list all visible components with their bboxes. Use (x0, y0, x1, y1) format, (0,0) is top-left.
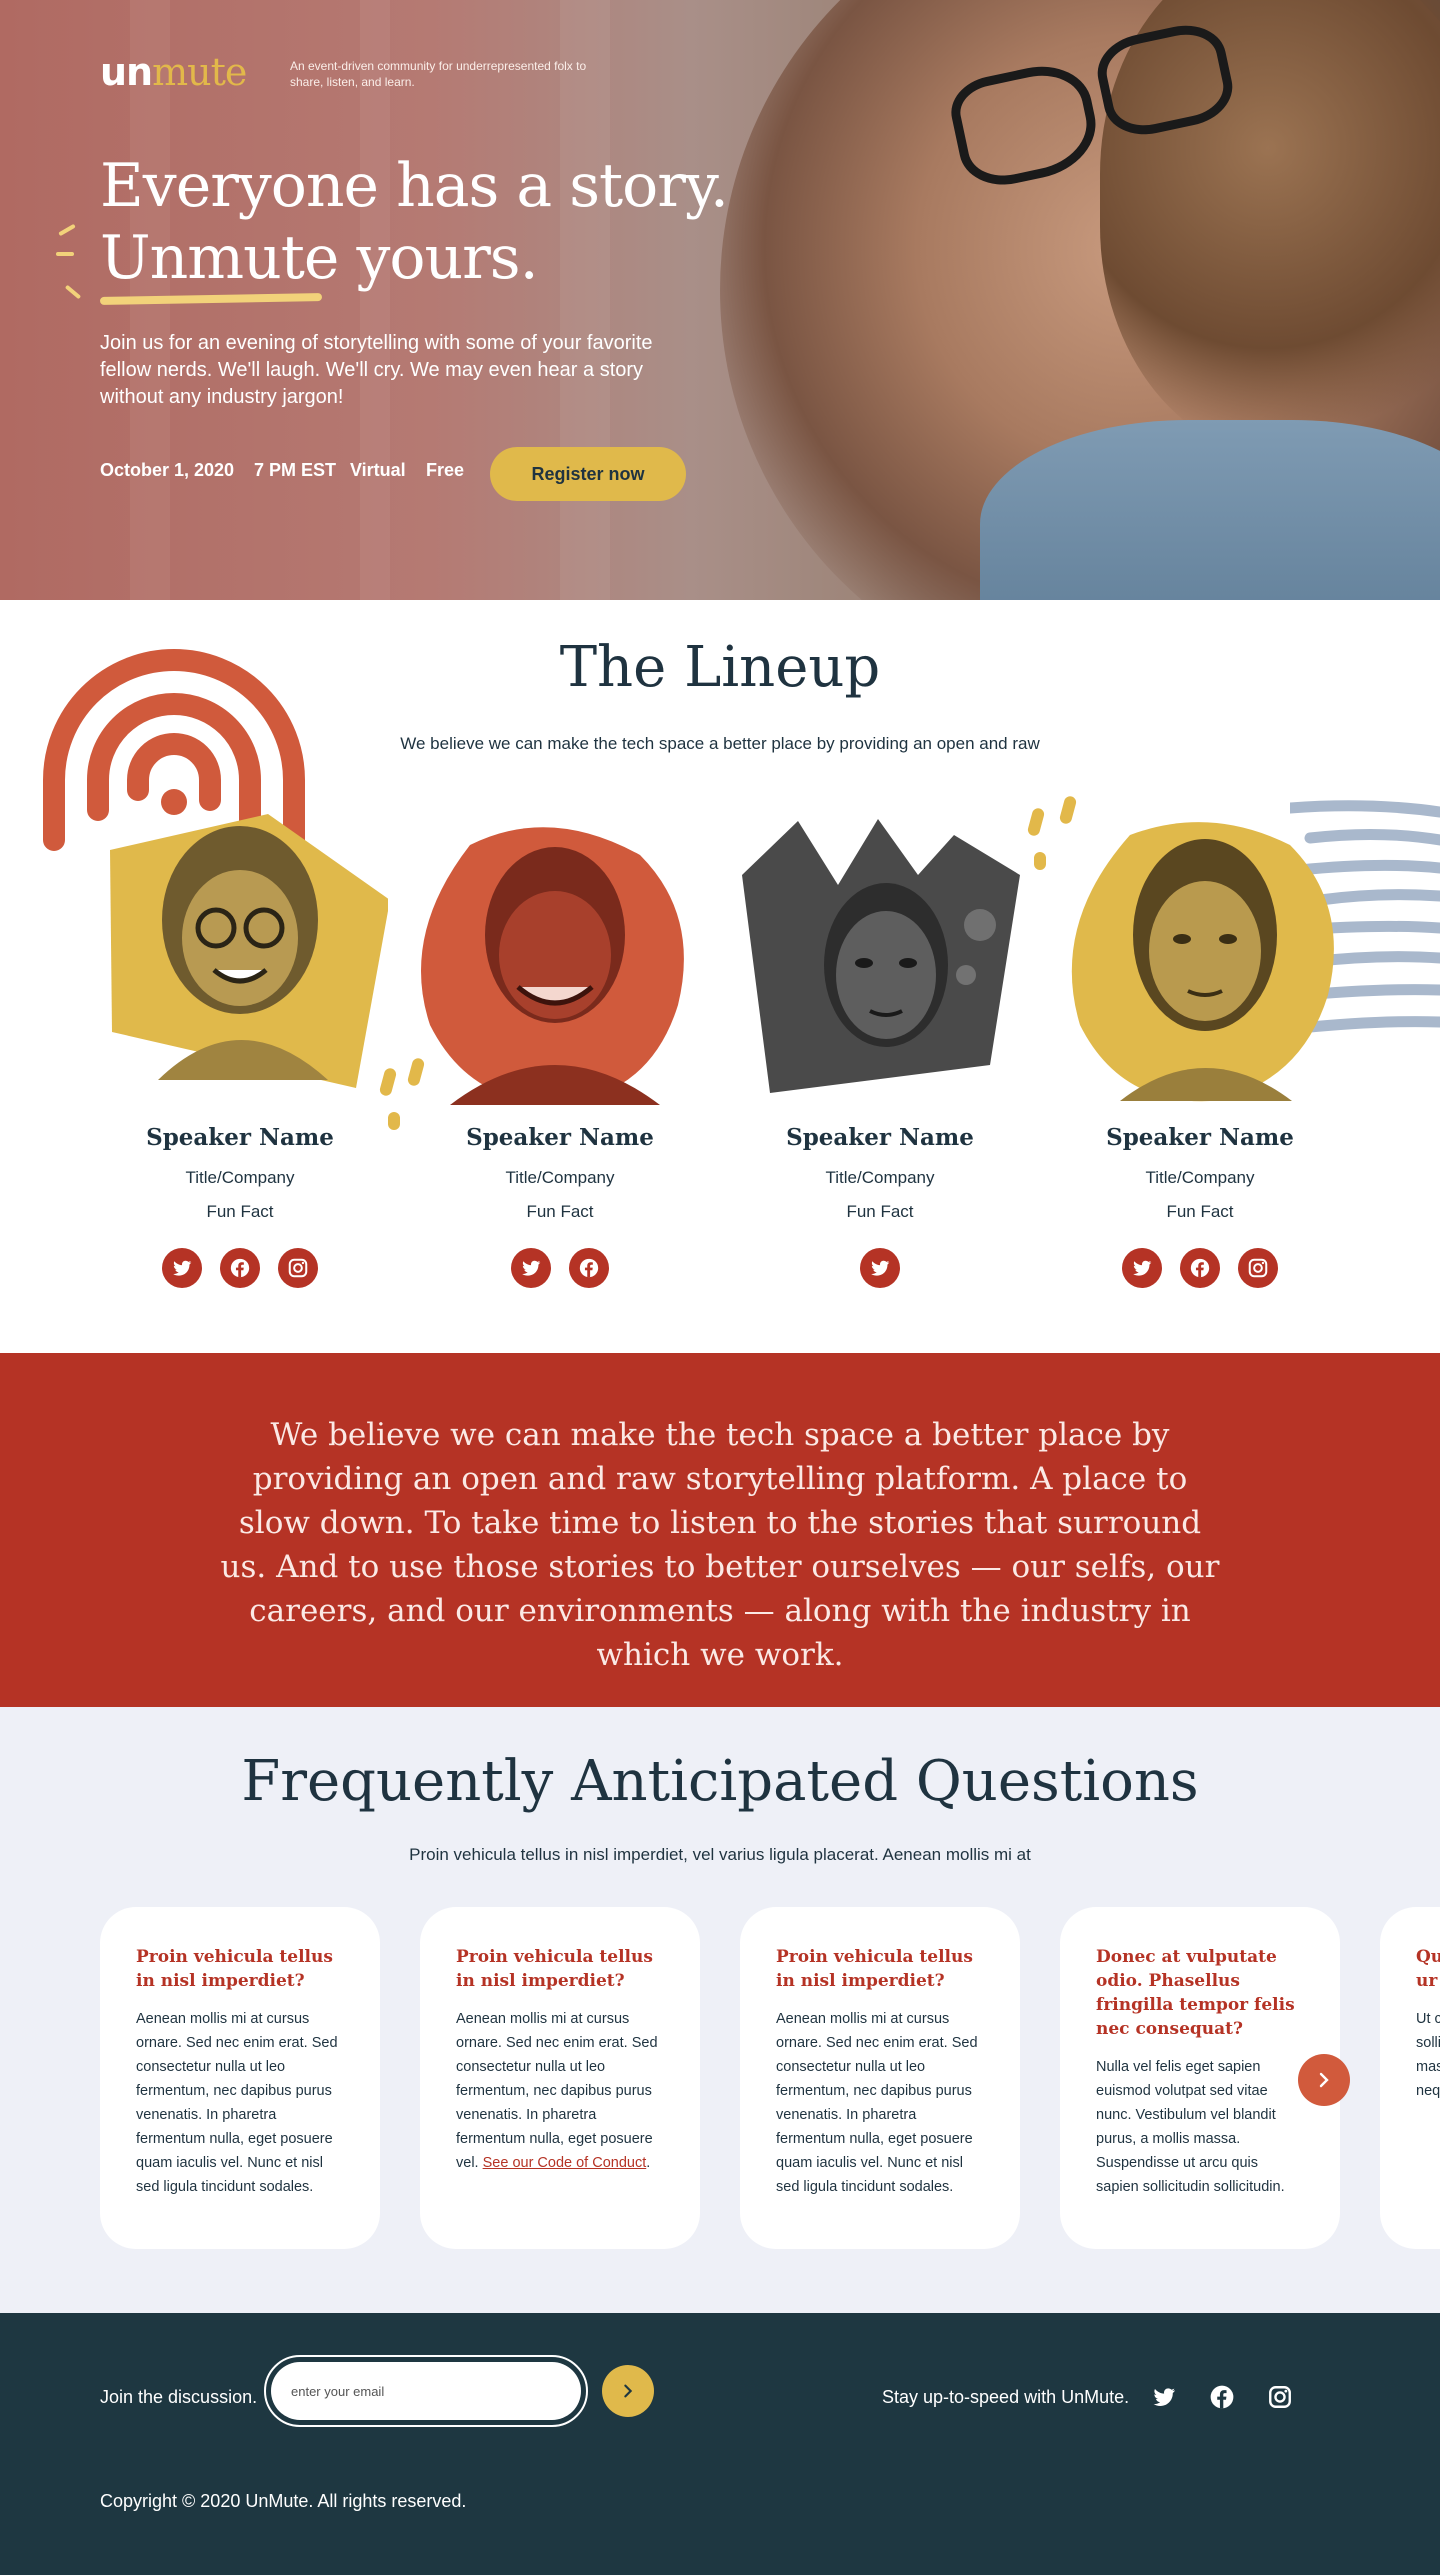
speaker-title: Title/Company (505, 1168, 615, 1187)
facebook-icon[interactable] (1180, 1248, 1220, 1288)
footer: Join the discussion. Stay up-to-speed wi… (0, 2313, 1440, 2575)
email-field-wrapper (264, 2355, 588, 2427)
code-of-conduct-link[interactable]: See our Code of Conduct (483, 2155, 647, 2171)
faq-subtitle: Proin vehicula tellus in nisl imperdiet,… (409, 1845, 1031, 1864)
chevron-right-icon (624, 2384, 633, 2398)
speaker-title: Title/Company (185, 1168, 295, 1187)
speaker-social-links (90, 1248, 390, 1288)
faq-answer: Aenean mollis mi at cursus ornare. Sed n… (456, 2011, 658, 2171)
faq-question: Qu ur (1416, 1947, 1440, 1991)
twitter-icon[interactable] (1122, 1248, 1162, 1288)
faq-card: Proin vehicula tellus in nisl imperdiet?… (100, 1907, 380, 2249)
faq-answer: Ut c solli mas neq (1416, 2011, 1440, 2099)
speaker-name: Speaker Name (786, 1124, 974, 1151)
mission-quote-section: We believe we can make the tech space a … (0, 1353, 1440, 1707)
facebook-icon[interactable] (220, 1248, 260, 1288)
speaker-name: Speaker Name (1106, 1124, 1294, 1151)
speaker-social-links (1050, 1248, 1350, 1288)
dash-accent (388, 1112, 400, 1130)
faq-question: Proin vehicula tellus in nisl imperdiet? (456, 1947, 653, 1991)
dash-accent (1034, 852, 1046, 870)
faq-card: Proin vehicula tellus in nisl imperdiet?… (740, 1907, 1020, 2249)
carousel-next-button[interactable] (1298, 2054, 1350, 2106)
instagram-icon[interactable] (278, 1248, 318, 1288)
speaker-portrait (1071, 822, 1334, 1102)
speaker-card: Speaker Name Title/Company Fun Fact (410, 0, 710, 1300)
faq-answer: Aenean mollis mi at cursus ornare. Sed n… (136, 2011, 338, 2195)
speaker-card: Speaker Name Title/Company Fun Fact (730, 0, 1030, 1300)
faq-section: Frequently Anticipated Questions Proin v… (0, 1707, 1440, 2313)
speaker-portrait (110, 814, 388, 1088)
instagram-icon[interactable] (1238, 1248, 1278, 1288)
faq-answer: Nulla vel felis eget sapien euismod volu… (1096, 2059, 1285, 2195)
speaker-fun-fact: Fun Fact (846, 1202, 914, 1221)
twitter-icon[interactable] (511, 1248, 551, 1288)
speaker-name: Speaker Name (466, 1124, 654, 1151)
faq-card: Qu ur Ut c solli mas neq (1380, 1907, 1440, 2249)
join-label: Join the discussion. (100, 2387, 258, 2407)
sparkle-accent (56, 252, 74, 256)
email-submit-button[interactable] (602, 2365, 654, 2417)
speaker-title: Title/Company (825, 1168, 935, 1187)
speaker-card: Speaker Name Title/Company Fun Fact (1050, 0, 1350, 1300)
twitter-icon[interactable] (860, 1248, 900, 1288)
email-input[interactable] (271, 2362, 581, 2420)
faq-card: Proin vehicula tellus in nisl imperdiet?… (420, 1907, 700, 2249)
speaker-portrait (742, 819, 1020, 1093)
mission-quote: We believe we can make the tech space a … (220, 1417, 1220, 1673)
speaker-social-links (410, 1248, 710, 1288)
speaker-fun-fact: Fun Fact (206, 1202, 274, 1221)
speaker-title: Title/Company (1145, 1168, 1255, 1187)
speaker-name: Speaker Name (146, 1124, 334, 1151)
sparkle-accent (58, 223, 76, 237)
speaker-fun-fact: Fun Fact (526, 1202, 594, 1221)
twitter-icon[interactable] (1148, 2381, 1180, 2413)
faq-question: Donec at vulputate odio. Phasellus fring… (1096, 1947, 1295, 2039)
speaker-card: Speaker Name Title/Company Fun Fact (90, 0, 390, 1300)
faq-question: Proin vehicula tellus in nisl imperdiet? (136, 1947, 333, 1991)
stay-updated-label: Stay up-to-speed with UnMute. (882, 2387, 1130, 2407)
instagram-icon[interactable] (1264, 2381, 1296, 2413)
speaker-social-links (730, 1248, 1030, 1288)
faq-answer-text: Aenean mollis mi at cursus ornare. Sed n… (456, 2011, 658, 2171)
faq-title: Frequently Anticipated Questions (241, 1749, 1199, 1814)
facebook-icon[interactable] (569, 1248, 609, 1288)
speaker-portrait (421, 827, 684, 1105)
copyright: Copyright © 2020 UnMute. All rights rese… (100, 2491, 467, 2511)
chevron-right-icon (1319, 2072, 1329, 2088)
twitter-icon[interactable] (162, 1248, 202, 1288)
sparkle-accent (64, 284, 82, 300)
speaker-fun-fact: Fun Fact (1166, 1202, 1234, 1221)
facebook-icon[interactable] (1206, 2381, 1238, 2413)
faq-question: Proin vehicula tellus in nisl imperdiet? (776, 1947, 973, 1991)
faq-answer: Aenean mollis mi at cursus ornare. Sed n… (776, 2011, 978, 2195)
